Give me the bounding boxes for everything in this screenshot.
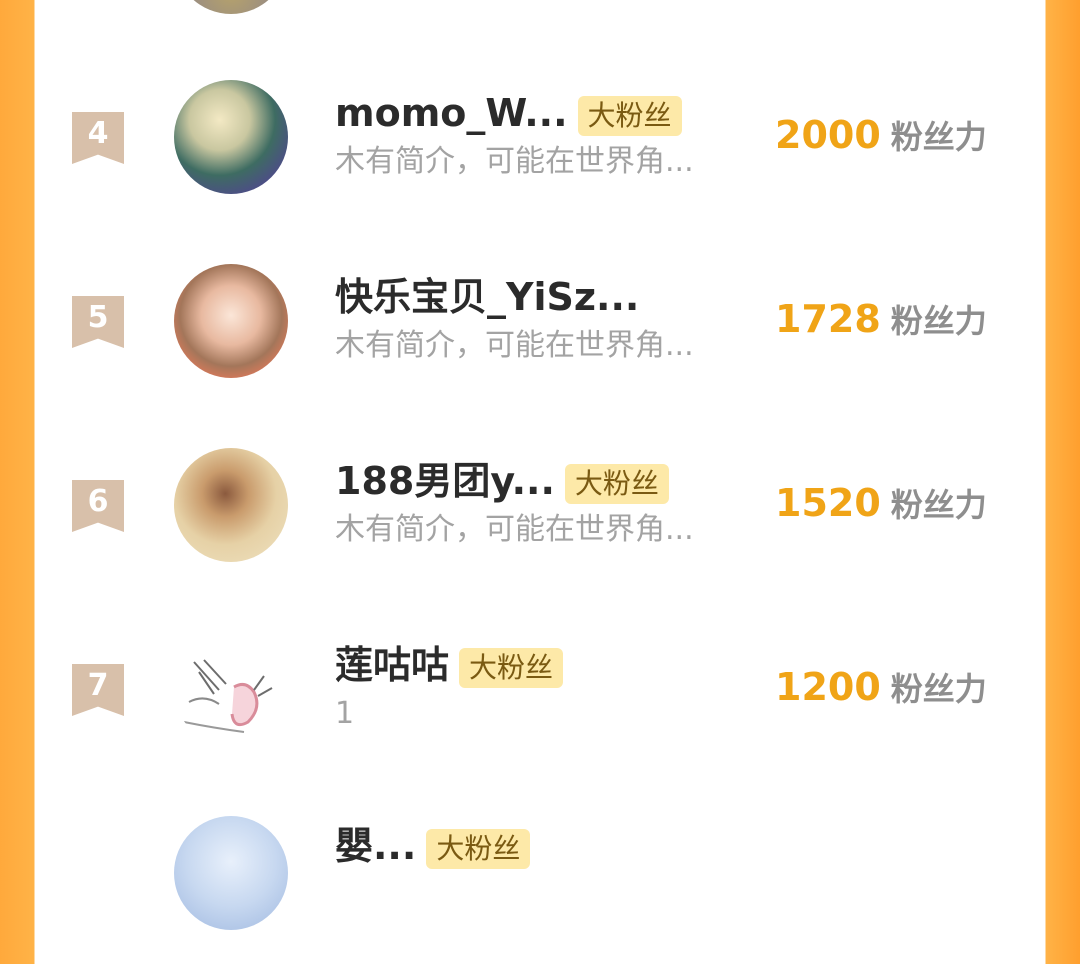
user-bio: 1 (335, 696, 355, 731)
fan-level-badge: 大粉丝 (426, 828, 531, 869)
user-name[interactable]: 嬰... 大粉丝 (335, 822, 531, 870)
avatar[interactable] (174, 0, 288, 14)
user-name[interactable]: 莲咕咕 大粉丝 (335, 641, 564, 689)
fan-power-score: 1728 粉丝力 (775, 297, 987, 341)
rank-badge: 6 (72, 480, 124, 532)
fan-power-score: 1200 粉丝力 (775, 665, 987, 709)
user-name[interactable]: momo_W... 大粉丝 (335, 89, 682, 137)
avatar[interactable] (174, 816, 288, 930)
rank-badge: 7 (72, 664, 124, 716)
avatar[interactable] (174, 448, 288, 562)
fan-level-badge: 大粉丝 (577, 95, 682, 136)
user-bio: 木有简介，可能在世界角... (335, 144, 694, 179)
rank-badge: 5 (72, 296, 124, 348)
list-item[interactable]: 嬰... 大粉丝 (35, 780, 1045, 964)
user-bio: 木有简介，可能在世界角... (335, 512, 694, 547)
fan-power-score: 2000 粉丝力 (775, 113, 987, 157)
rank-badge: 4 (72, 112, 124, 164)
fan-power-score: 1520 粉丝力 (775, 481, 987, 525)
user-name[interactable]: 快乐宝贝_YiSz... (335, 273, 639, 321)
avatar[interactable] (174, 632, 288, 746)
list-item[interactable]: 7 莲咕咕 大粉丝 1 1200 粉丝力 (35, 596, 1045, 780)
avatar[interactable] (174, 264, 288, 378)
fan-level-badge: 大粉丝 (564, 463, 669, 504)
list-item[interactable]: 5 快乐宝贝_YiSz... 木有简介，可能在世界角... 1728 粉丝力 (35, 228, 1045, 412)
list-item[interactable]: 6 188男团y... 大粉丝 木有简介，可能在世界角... 1520 粉丝力 (35, 412, 1045, 596)
user-name[interactable]: 188男团y... 大粉丝 (335, 457, 669, 505)
fan-ranking-panel: 4 momo_W... 大粉丝 木有简介，可能在世界角... 2000 粉丝力 5 … (35, 0, 1045, 930)
user-bio: 木有简介，可能在世界角... (335, 328, 694, 363)
sketch-icon (183, 659, 273, 733)
list-item[interactable]: 4 momo_W... 大粉丝 木有简介，可能在世界角... 2000 粉丝力 (35, 44, 1045, 228)
fan-level-badge: 大粉丝 (459, 647, 564, 688)
avatar[interactable] (174, 80, 288, 194)
